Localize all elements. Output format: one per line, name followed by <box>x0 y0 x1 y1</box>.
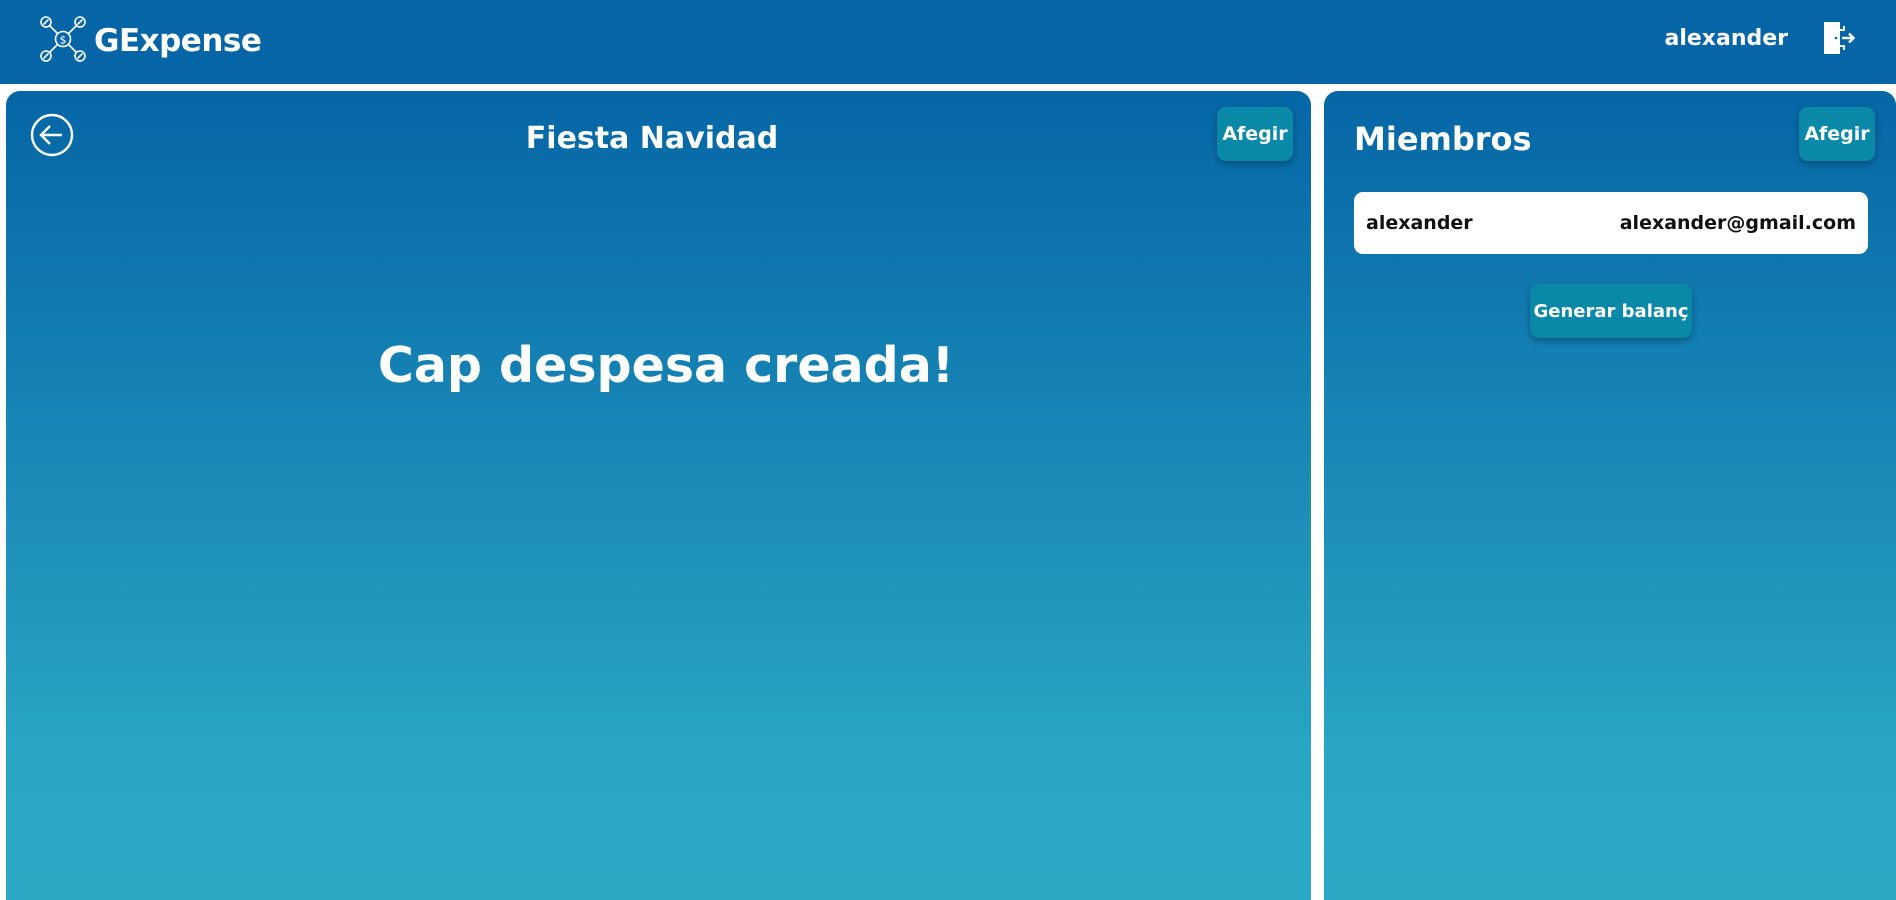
app-name: GExpense <box>94 23 262 59</box>
expenses-panel: Fiesta Navidad Afegir Cap despesa creada… <box>6 91 1311 900</box>
members-title: Miembros <box>1354 120 1532 158</box>
generate-balance-button[interactable]: Generar balanç <box>1530 284 1692 338</box>
logout-door-icon <box>1820 22 1856 60</box>
current-user-name: alexander <box>1664 26 1788 51</box>
member-email: alexander@gmail.com <box>1619 212 1856 234</box>
back-button[interactable] <box>30 113 74 157</box>
members-panel: Miembros Afegir alexander alexander@gmai… <box>1324 91 1896 900</box>
money-network-icon: $ <box>38 14 88 68</box>
add-expense-button[interactable]: Afegir <box>1217 107 1293 161</box>
member-card[interactable]: alexander alexander@gmail.com <box>1354 192 1868 254</box>
empty-expenses-message: Cap despesa creada! <box>377 337 955 394</box>
arrow-left-circle-icon <box>30 113 74 161</box>
svg-text:$: $ <box>60 34 67 47</box>
top-navbar: $ GExpense alexander <box>0 0 1896 84</box>
add-member-button[interactable]: Afegir <box>1799 107 1875 161</box>
group-title: Fiesta Navidad <box>525 121 779 156</box>
logout-button[interactable] <box>1820 20 1856 56</box>
member-name: alexander <box>1366 212 1473 234</box>
app-logo[interactable]: $ GExpense <box>38 14 262 68</box>
